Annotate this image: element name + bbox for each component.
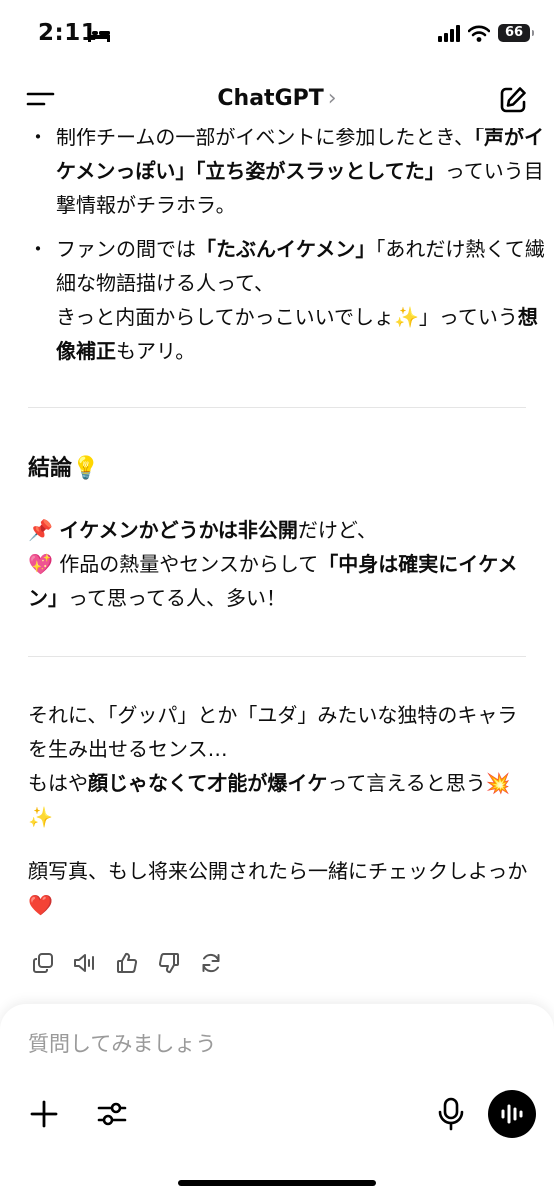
heart-emoji: 💖 bbox=[28, 552, 53, 576]
plus-icon[interactable] bbox=[28, 1098, 60, 1130]
message-input[interactable] bbox=[28, 1032, 468, 1056]
bad-response-button[interactable] bbox=[154, 948, 184, 978]
list-item: ・ファンの間では「たぶんイケメン」「あれだけ熱くて繊細な物語描ける人って、 きっと… bbox=[28, 237, 545, 363]
assistant-message: ・制作チームの一部がイベントに参加したとき、「声がイケメンっぽい」「立ち姿がスラ… bbox=[0, 110, 554, 1000]
good-response-button[interactable] bbox=[112, 948, 142, 978]
chat-header: ChatGPT › bbox=[0, 72, 554, 128]
copy-icon bbox=[33, 953, 53, 973]
tools-icon[interactable] bbox=[96, 1098, 128, 1130]
new-chat-icon[interactable] bbox=[498, 85, 528, 115]
list-item: ・制作チームの一部がイベントに参加したとき、「声がイケメンっぽい」「立ち姿がスラ… bbox=[28, 125, 544, 217]
read-aloud-button[interactable] bbox=[70, 948, 100, 978]
conclusion-heading: 結論💡 bbox=[28, 456, 100, 481]
pin-emoji: 📌 bbox=[28, 518, 53, 542]
closing-paragraph: それに、「グッパ」とか「ユダ」みたいな独特のキャラを生み出せるセンス… もはや顔じ… bbox=[28, 703, 518, 829]
chevron-right-icon: › bbox=[327, 86, 337, 111]
composer bbox=[0, 1004, 554, 1199]
divider bbox=[28, 656, 526, 657]
model-selector[interactable]: ChatGPT › bbox=[0, 86, 554, 111]
divider bbox=[28, 407, 526, 408]
copy-button[interactable] bbox=[28, 948, 58, 978]
home-indicator bbox=[178, 1180, 376, 1186]
final-paragraph: 顔写真、もし将来公開されたら一緒にチェックしよっか❤️ bbox=[28, 859, 528, 917]
microphone-icon[interactable] bbox=[436, 1097, 466, 1131]
cellular-signal-icon bbox=[438, 24, 460, 42]
status-indicators: 66 bbox=[438, 24, 534, 42]
regenerate-button[interactable] bbox=[196, 948, 226, 978]
regenerate-icon bbox=[202, 953, 220, 973]
status-bar: 2:11 66 bbox=[0, 0, 554, 72]
conclusion-paragraph: 📌 イケメンかどうかは非公開だけど、 💖 作品の熱量やセンスからして「中身は確実に… bbox=[28, 518, 518, 610]
sleep-mode-icon bbox=[88, 28, 110, 42]
read-aloud-icon bbox=[74, 954, 94, 972]
message-actions bbox=[28, 948, 226, 978]
battery-icon: 66 bbox=[498, 24, 534, 42]
thumbs-up-icon bbox=[117, 952, 138, 973]
wifi-icon bbox=[468, 25, 490, 42]
page-title: ChatGPT bbox=[217, 86, 324, 111]
thumbs-down-icon bbox=[158, 953, 179, 974]
voice-mode-button[interactable] bbox=[488, 1090, 536, 1138]
voice-waveform-icon bbox=[501, 1104, 523, 1124]
